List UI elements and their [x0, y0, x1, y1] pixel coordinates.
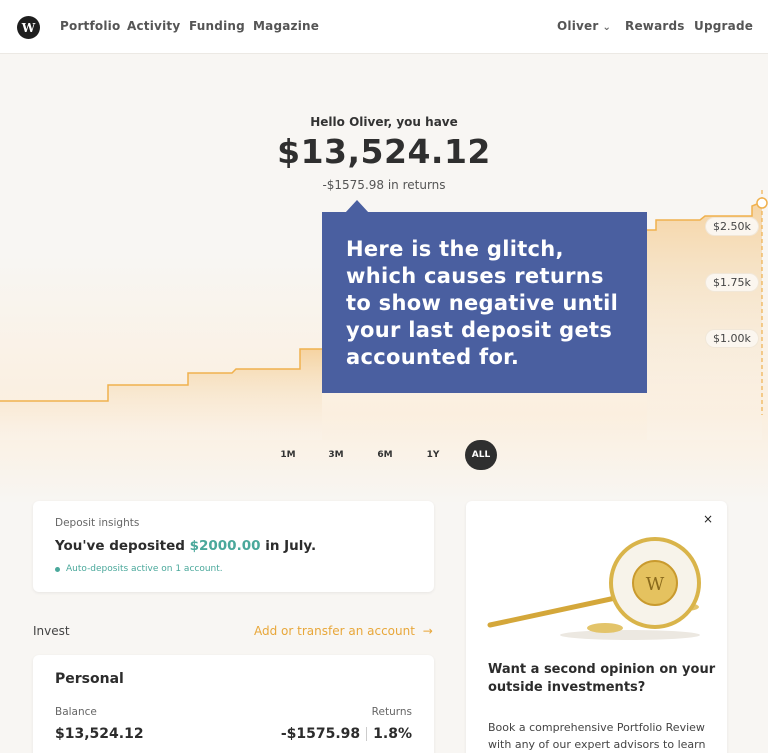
portfolio-review-promo-card: × W Want a second opinion on your outsid…: [466, 501, 727, 753]
arrow-right-icon: →: [422, 624, 433, 638]
account-title: Personal: [55, 671, 124, 687]
nav-upgrade[interactable]: Upgrade: [694, 19, 753, 33]
nav-funding[interactable]: Funding: [189, 19, 245, 33]
invest-heading: Invest: [33, 624, 70, 638]
range-all[interactable]: ALL: [465, 440, 497, 470]
range-1y[interactable]: 1Y: [417, 440, 449, 470]
nav-rewards[interactable]: Rewards: [625, 19, 685, 33]
range-1m[interactable]: 1M: [272, 440, 304, 470]
chart-area: [0, 349, 322, 440]
callout-text: Here is the glitch, which causes returns…: [346, 237, 619, 369]
chart-area-right: [647, 202, 762, 440]
nav-magazine[interactable]: Magazine: [253, 19, 319, 33]
nav-activity[interactable]: Activity: [127, 19, 180, 33]
magnifying-glass-illustration: W: [487, 537, 701, 640]
account-returns: -$1575.98 1.8%: [281, 726, 412, 742]
top-navigation: W Portfolio Activity Funding Magazine Ol…: [0, 0, 768, 54]
price-label-250k: $2.50k: [706, 218, 758, 235]
deposit-suffix: in July.: [260, 538, 317, 554]
personal-account-card[interactable]: Personal Balance Returns $13,524.12 -$15…: [33, 655, 434, 753]
add-transfer-account-link[interactable]: Add or transfer an account →: [254, 624, 433, 638]
total-balance: $13,524.12: [277, 132, 491, 171]
deposit-title: Deposit insights: [55, 517, 140, 529]
wealthsimple-logo[interactable]: W: [17, 16, 40, 39]
illustration-shadow: [560, 630, 700, 640]
magnifier-handle: [487, 594, 623, 628]
returns-percent: 1.8%: [373, 726, 412, 742]
user-name: Oliver: [557, 19, 599, 33]
annotation-callout: Here is the glitch, which causes returns…: [322, 212, 647, 393]
chart-cursor-dot[interactable]: [756, 197, 768, 209]
auto-deposit-text: Auto-deposits active on 1 account.: [66, 564, 223, 574]
range-6m[interactable]: 6M: [369, 440, 401, 470]
status-dot-icon: [55, 566, 60, 572]
deposit-amount: $2000.00: [189, 538, 261, 554]
coin-letter: W: [646, 574, 665, 595]
price-label-100k: $1.00k: [706, 330, 758, 347]
promo-body: Book a comprehensive Portfolio Review wi…: [488, 721, 706, 751]
range-3m[interactable]: 3M: [320, 440, 352, 470]
auto-deposit-status: Auto-deposits active on 1 account.: [55, 564, 412, 574]
nav-portfolio[interactable]: Portfolio: [60, 19, 120, 33]
deposit-insights-card: Deposit insights You've deposited $2000.…: [33, 501, 434, 592]
time-range-selector: 1M 3M 6M 1Y ALL: [0, 440, 768, 470]
add-link-label: Add or transfer an account: [254, 624, 415, 638]
coin-small: [587, 623, 623, 633]
account-balance: $13,524.12: [55, 726, 144, 742]
divider: [366, 727, 368, 741]
returns-label: Returns: [371, 706, 412, 718]
greeting: Hello Oliver, you have: [310, 115, 458, 129]
nav-user-menu[interactable]: Oliver ⌄: [557, 19, 611, 33]
deposit-summary: You've deposited $2000.00 in July.: [55, 538, 412, 554]
chevron-down-icon: ⌄: [602, 22, 612, 33]
deposit-prefix: You've deposited: [55, 538, 190, 554]
balance-label: Balance: [55, 706, 97, 718]
returns-amount: -$1575.98: [280, 726, 361, 742]
promo-heading: Want a second opinion on your outside in…: [488, 662, 716, 695]
price-label-175k: $1.75k: [706, 274, 758, 291]
